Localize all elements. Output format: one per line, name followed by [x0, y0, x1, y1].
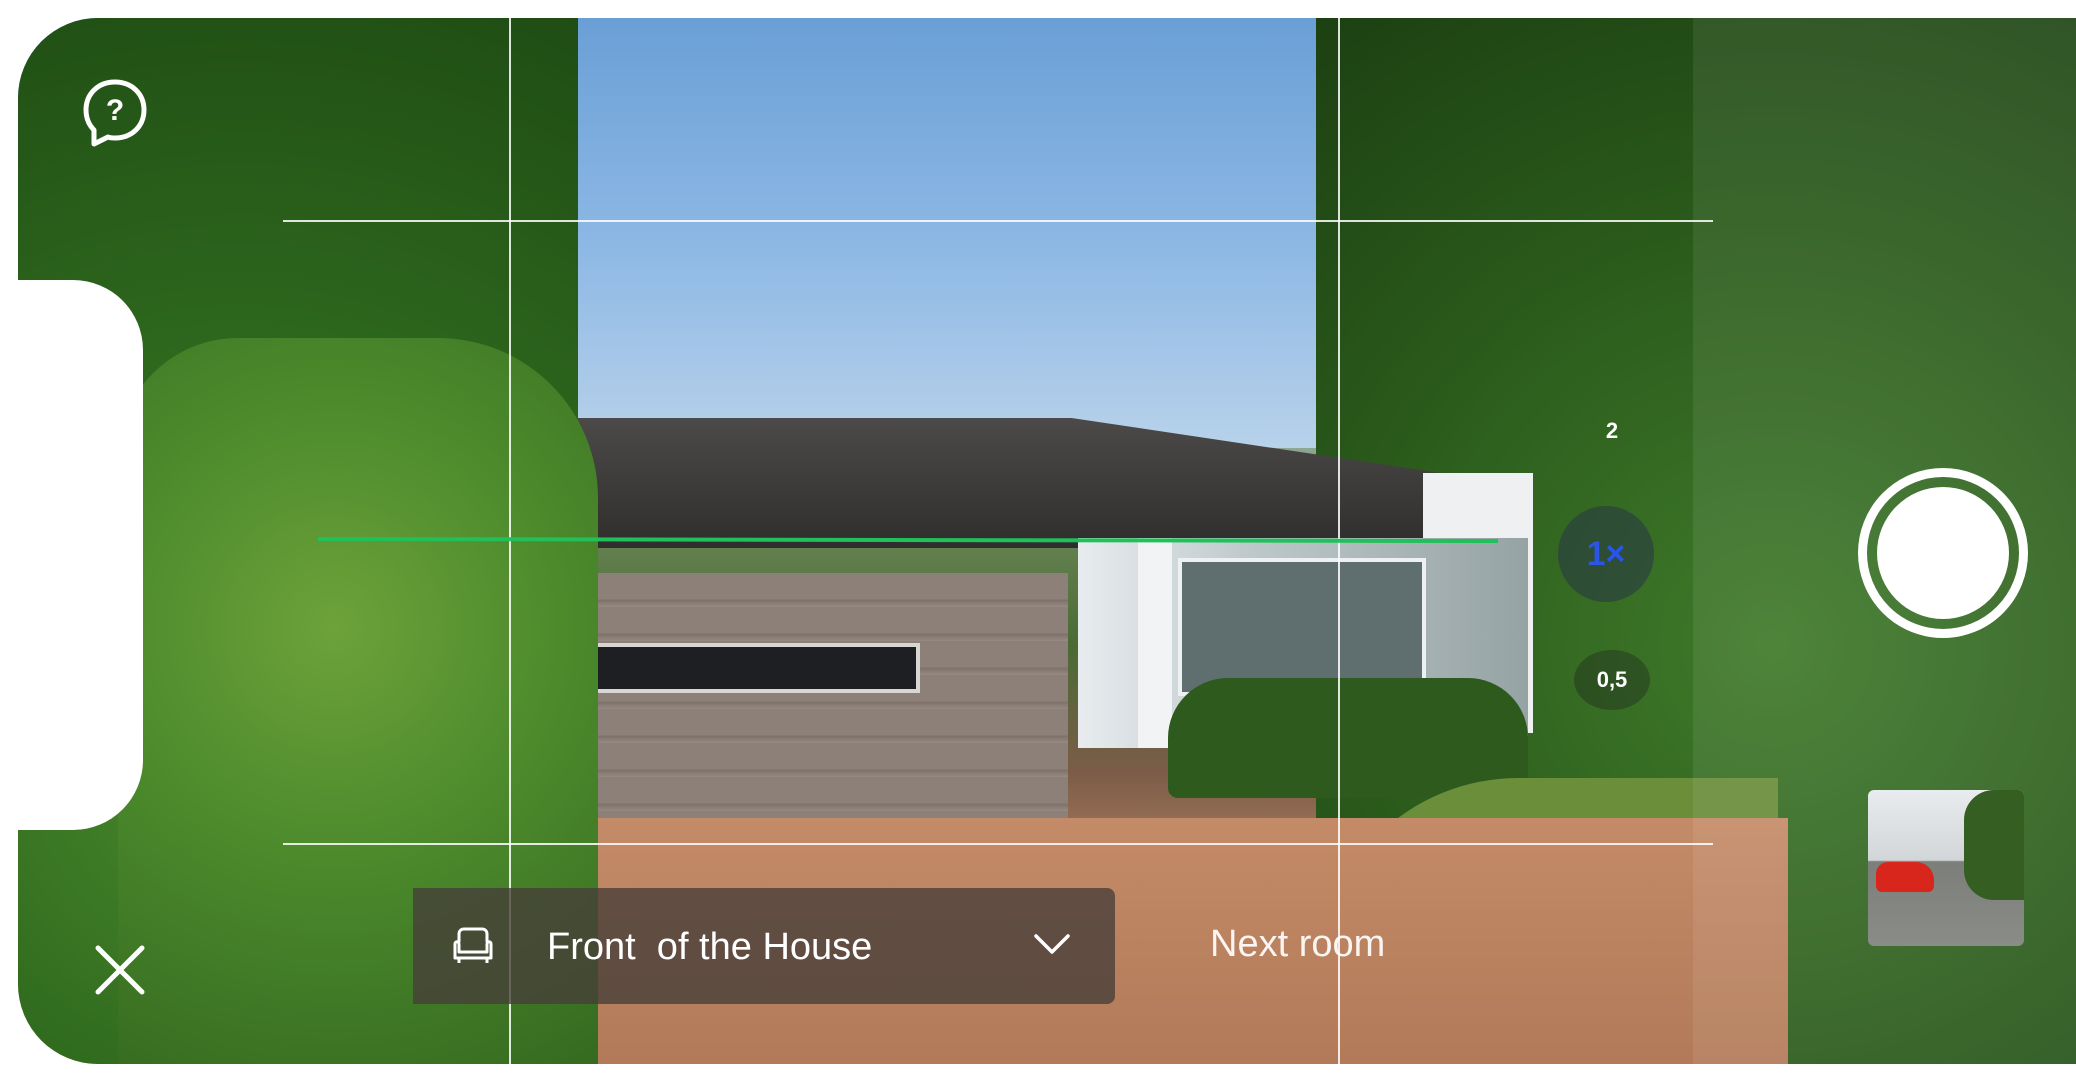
zoom-1x-button[interactable]: 1× — [1558, 506, 1654, 602]
zoom-0-5x-button[interactable]: 0,5 — [1574, 650, 1650, 710]
grid-line-h1 — [283, 220, 1713, 222]
thumbnail-car — [1876, 862, 1934, 892]
front-bushes — [1168, 678, 1528, 798]
armchair-icon — [453, 927, 493, 963]
close-icon — [95, 945, 145, 995]
house-porch-glass — [1178, 558, 1426, 696]
camera-viewfinder: ? Front of the House Next room 2 1× 0,5 — [18, 18, 2076, 1064]
zoom-2x-button[interactable]: 2 — [1583, 410, 1641, 452]
room-selector[interactable]: Front of the House — [413, 888, 1115, 1004]
camera-notch — [18, 280, 143, 830]
shutter-inner — [1877, 487, 2009, 619]
chevron-down-icon — [1034, 934, 1070, 954]
house-column — [1138, 538, 1172, 748]
svg-text:?: ? — [106, 94, 124, 127]
last-photo-thumbnail[interactable] — [1868, 790, 2024, 946]
shutter-button[interactable] — [1858, 468, 2028, 638]
close-button[interactable] — [88, 938, 152, 1002]
help-button[interactable]: ? — [78, 76, 152, 150]
room-selector-label: Front of the House — [547, 926, 873, 968]
thumbnail-tree — [1964, 790, 2024, 900]
help-icon: ? — [83, 79, 147, 147]
house-window — [570, 643, 920, 693]
next-room-button[interactable]: Next room — [1210, 923, 1385, 966]
grid-line-h2 — [283, 843, 1713, 845]
